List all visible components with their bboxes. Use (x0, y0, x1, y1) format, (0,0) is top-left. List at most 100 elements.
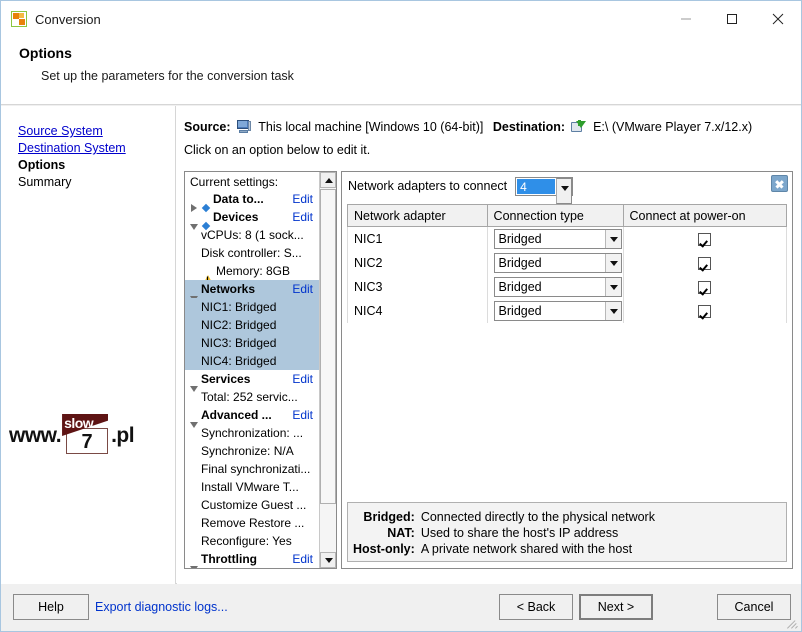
minimize-icon[interactable] (663, 1, 709, 37)
cell-connect-at-power-on (622, 226, 788, 251)
tree-row-label: NIC4: Bridged (201, 354, 277, 368)
connection-type-dropdown-nic2[interactable]: Bridged (493, 253, 622, 273)
scroll-up-arrow-icon[interactable] (320, 172, 336, 188)
cell-adapter-name: NIC3 (347, 275, 488, 299)
tree-row-nic4[interactable]: NIC4: Bridged (185, 352, 319, 370)
tree-row-install-vmware-tools[interactable]: Install VMware T... (185, 478, 319, 496)
cell-connection-type: Bridged (486, 226, 624, 251)
tree-row-label: NIC2: Bridged (201, 318, 277, 332)
tree-row-customize-guest[interactable]: Customize Guest ... (185, 496, 319, 514)
tree-row-label: Total: 252 servic... (201, 390, 298, 404)
legend-description: A private network shared with the host (420, 542, 633, 556)
tree-row-label: Data to... (213, 192, 264, 206)
legend-term: NAT: (387, 526, 415, 540)
tree-row-remove-restore[interactable]: Remove Restore ... (185, 514, 319, 532)
tree-vertical-scrollbar[interactable] (319, 172, 336, 568)
sidebar-item-options[interactable]: Options (18, 157, 175, 174)
cell-connect-at-power-on (622, 275, 788, 299)
table-row[interactable]: NIC2 Bridged (347, 251, 788, 275)
close-icon[interactable] (755, 1, 801, 37)
sidebar-item-summary[interactable]: Summary (18, 174, 175, 191)
tree-row-label: Networks (201, 282, 256, 296)
dialog-body: Source System Destination System Options… (1, 106, 801, 584)
cancel-button[interactable]: Cancel (717, 594, 791, 620)
chevron-down-icon[interactable] (604, 254, 621, 272)
sidebar-item-destination-system[interactable]: Destination System (18, 140, 175, 157)
chevron-down-icon[interactable] (556, 177, 573, 204)
tree-edit-link[interactable]: Edit (292, 280, 319, 298)
tree-row-nic3[interactable]: NIC3: Bridged (185, 334, 319, 352)
tree-edit-link[interactable]: Edit (292, 370, 319, 388)
connect-at-power-on-checkbox-nic1[interactable] (698, 233, 712, 247)
cell-adapter-name: NIC4 (347, 299, 488, 323)
scrollbar-thumb[interactable] (320, 189, 336, 504)
tree-row-disk-controller[interactable]: Disk controller: S... (185, 244, 319, 262)
tree-edit-link[interactable]: Edit (292, 406, 319, 424)
wizard-steps-nav: Source System Destination System Options… (1, 106, 176, 584)
table-header-row: Network adapter Connection type Connect … (347, 204, 788, 227)
watermark-mark: 7 slow (62, 414, 110, 458)
connect-at-power-on-checkbox-nic2[interactable] (698, 257, 712, 271)
conversion-dialog: Conversion Options Set up the parameters… (0, 0, 802, 632)
tree-row-devices[interactable]: Devices Edit (185, 208, 319, 230)
table-row[interactable]: NIC4 Bridged (347, 299, 788, 323)
cell-connection-type: Bridged (486, 251, 624, 275)
scroll-down-arrow-icon[interactable] (320, 552, 336, 568)
connection-type-dropdown-nic3[interactable]: Bridged (493, 277, 622, 297)
cell-adapter-name: NIC2 (347, 251, 488, 275)
chevron-down-icon[interactable] (604, 278, 621, 296)
table-row[interactable]: NIC1 Bridged (347, 226, 788, 251)
tree-row-label: NIC3: Bridged (201, 336, 277, 350)
cell-connection-type: Bridged (486, 275, 624, 299)
connection-type-value: Bridged (498, 304, 542, 318)
tree-edit-link[interactable]: Edit (292, 208, 319, 226)
connect-at-power-on-checkbox-nic3[interactable] (698, 281, 712, 295)
tree-row-networks[interactable]: Networks Edit (185, 280, 319, 302)
cell-connect-at-power-on (622, 299, 788, 323)
legend-term: Bridged: (363, 510, 415, 524)
cell-connection-type: Bridged (486, 299, 624, 323)
tree-row-label: Install VMware T... (201, 480, 299, 494)
destination-disk-icon (570, 120, 587, 134)
resize-grip-icon[interactable] (785, 615, 799, 629)
watermark-banner-text: slow (64, 415, 94, 431)
table-row[interactable]: NIC3 Bridged (347, 275, 788, 299)
tree-row-synchronization[interactable]: Synchronization: ... (185, 424, 319, 442)
tree-edit-link[interactable]: Edit (292, 190, 319, 208)
page-subtitle: Set up the parameters for the conversion… (41, 69, 294, 83)
connect-at-power-on-checkbox-nic4[interactable] (698, 305, 712, 319)
tree-row-reconfigure[interactable]: Reconfigure: Yes (185, 532, 319, 550)
conversion-app-icon (11, 11, 27, 27)
chevron-down-icon[interactable] (604, 302, 621, 320)
tree-row-vcpus[interactable]: vCPUs: 8 (1 sock... (185, 226, 319, 244)
tree-row-data-to-copy[interactable]: Data to... Edit (185, 190, 319, 212)
tree-row-nic1[interactable]: NIC1: Bridged (185, 298, 319, 316)
connection-type-dropdown-nic4[interactable]: Bridged (493, 301, 622, 321)
next-button[interactable]: Next > (579, 594, 653, 620)
connection-type-dropdown-nic1[interactable]: Bridged (493, 229, 622, 249)
tree-row-memory[interactable]: Memory: 8GB (185, 262, 319, 286)
tree-row-label: Synchronize: N/A (201, 444, 294, 458)
tree-row-final-synchronization[interactable]: Final synchronizati... (185, 460, 319, 478)
export-diagnostic-logs-link[interactable]: Export diagnostic logs... (95, 594, 228, 620)
back-button[interactable]: < Back (499, 594, 573, 620)
cell-connect-at-power-on (622, 251, 788, 275)
tree-row-throttling[interactable]: Throttling Edit (185, 550, 319, 568)
help-button[interactable]: Help (13, 594, 89, 620)
adapters-count-dropdown[interactable]: 4 (515, 176, 574, 204)
sidebar-item-source-system[interactable]: Source System (18, 123, 175, 140)
chevron-down-icon[interactable] (604, 230, 621, 248)
tree-row-services[interactable]: Services Edit (185, 370, 319, 392)
tree-row-nic2[interactable]: NIC2: Bridged (185, 316, 319, 334)
connection-type-value: Bridged (498, 256, 542, 270)
tree-row-label: Memory: 8GB (216, 264, 291, 278)
tree-row-services-total[interactable]: Total: 252 servic... (185, 388, 319, 406)
source-label: Source: (184, 120, 231, 134)
tree-edit-link[interactable]: Edit (292, 550, 319, 568)
window-controls (663, 1, 801, 37)
panel-close-icon[interactable] (771, 175, 788, 192)
maximize-icon[interactable] (709, 1, 755, 37)
destination-value: E:\ (VMware Player 7.x/12.x) (593, 120, 753, 134)
tree-row-synchronize[interactable]: Synchronize: N/A (185, 442, 319, 460)
tree-row-advanced[interactable]: Advanced ... Edit (185, 406, 319, 428)
